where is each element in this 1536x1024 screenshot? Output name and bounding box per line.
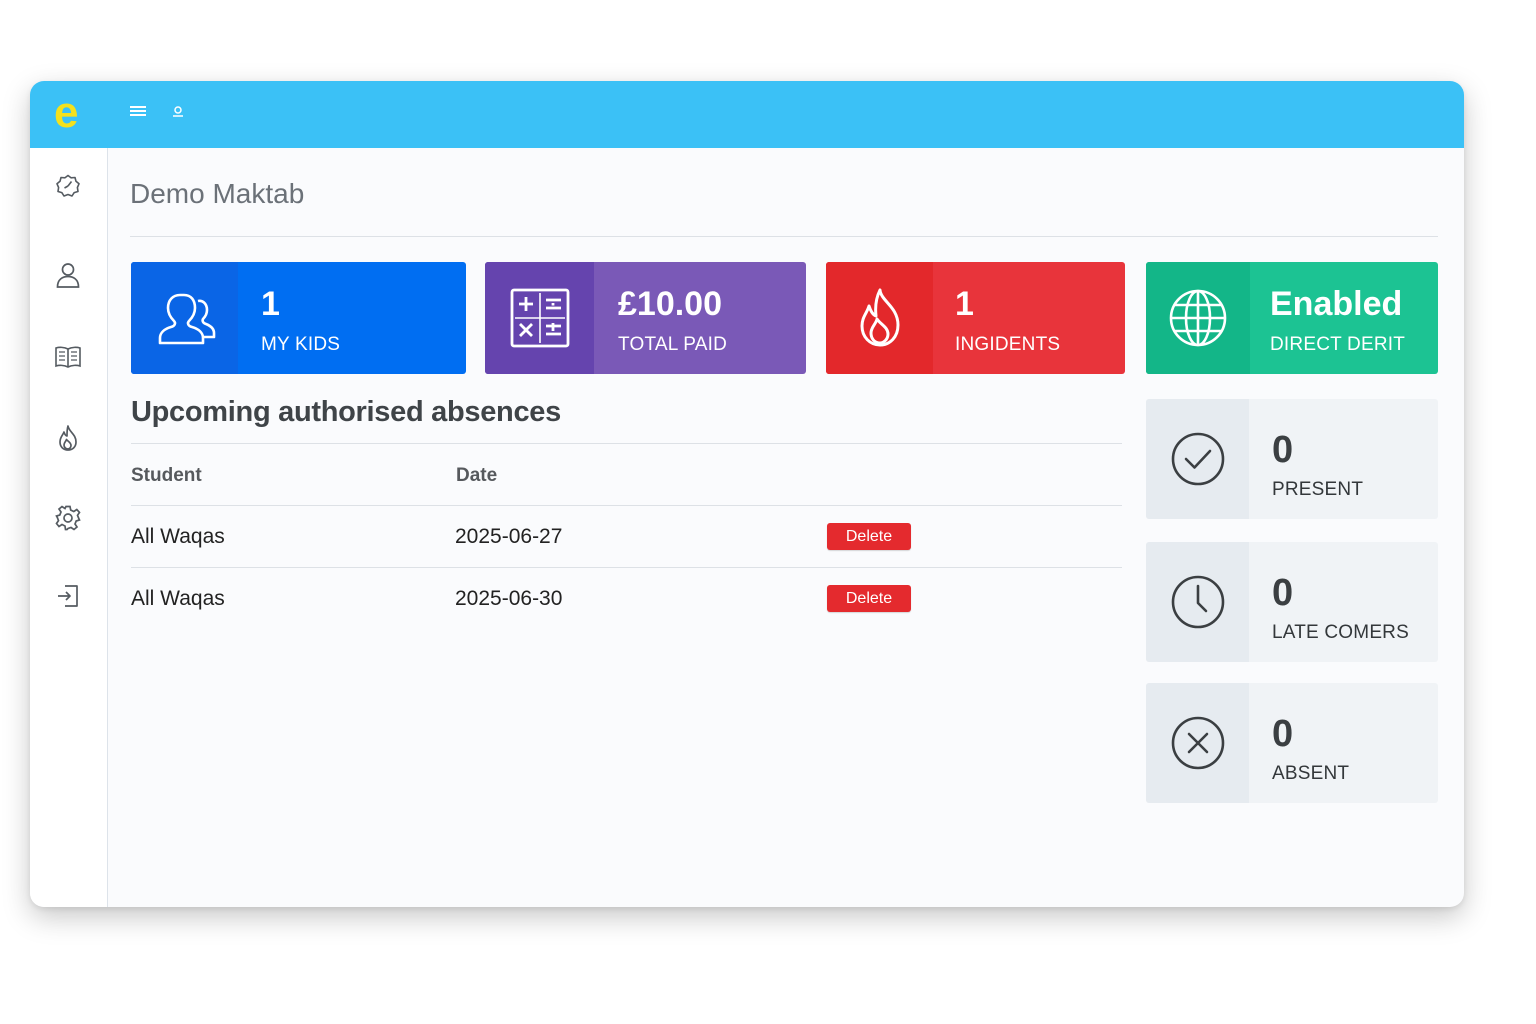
logout-icon (55, 583, 81, 614)
sidebar-item-logout[interactable] (50, 580, 86, 616)
sidebar-item-book[interactable] (50, 341, 86, 377)
stat-value: Enabled (1270, 285, 1403, 323)
stat-card-direct-debit[interactable]: Enabled DIRECT DERIT (1146, 262, 1438, 374)
clock-icon (1146, 542, 1249, 662)
sidebar-item-profile[interactable] (50, 259, 86, 295)
user-icon[interactable] (171, 103, 185, 124)
app-window: e Demo Maktab 1 MY KIDS £10.00 TOTAL PAI… (30, 81, 1464, 907)
user-icon (55, 261, 81, 294)
globe-icon (1146, 262, 1250, 374)
student-name: All Waqas (131, 587, 225, 610)
stat-label: DIRECT DERIT (1270, 334, 1406, 355)
attendance-value: 0 (1272, 572, 1294, 614)
column-header-student: Student (131, 465, 202, 486)
divider (130, 236, 1438, 237)
attendance-card-absent[interactable]: 0 ABSENT (1146, 683, 1438, 803)
stat-label: MY KIDS (261, 334, 341, 355)
gear-icon (54, 504, 82, 537)
attendance-card-late-comers[interactable]: 0 LATE COMERS (1146, 542, 1438, 662)
sidebar-item-incidents[interactable] (50, 422, 86, 458)
stat-label: INGIDENTS (955, 334, 1061, 355)
attendance-label: ABSENT (1272, 763, 1350, 784)
users-icon (131, 262, 238, 374)
stat-value: 1 (261, 285, 280, 323)
sidebar-item-dashboard[interactable] (50, 170, 86, 206)
attendance-value: 0 (1272, 713, 1294, 755)
calculator-icon (485, 262, 594, 374)
table-row: All Waqas 2025-06-27 Delete (131, 506, 1122, 567)
fire-icon (826, 262, 933, 374)
fire-icon (56, 424, 80, 457)
x-circle-icon (1146, 683, 1249, 803)
student-name: All Waqas (131, 525, 225, 548)
delete-button[interactable]: Delete (827, 523, 911, 550)
attendance-value: 0 (1272, 429, 1294, 471)
table-header: Student Date (131, 444, 1122, 505)
main-content: Demo Maktab 1 MY KIDS £10.00 TOTAL PAID … (108, 148, 1464, 907)
check-circle-icon (1146, 399, 1249, 519)
attendance-label: PRESENT (1272, 479, 1364, 500)
absences-table: Student Date All Waqas 2025-06-27 Delete… (131, 443, 1122, 629)
absence-date: 2025-06-30 (455, 587, 563, 610)
stat-card-total-paid[interactable]: £10.00 TOTAL PAID (485, 262, 806, 374)
attendance-card-present[interactable]: 0 PRESENT (1146, 399, 1438, 519)
delete-button[interactable]: Delete (827, 585, 911, 612)
logo[interactable]: e (54, 89, 78, 137)
stat-card-my-kids[interactable]: 1 MY KIDS (131, 262, 466, 374)
stat-label: TOTAL PAID (618, 334, 727, 355)
table-row: All Waqas 2025-06-30 Delete (131, 568, 1122, 629)
stat-value: £10.00 (618, 285, 722, 323)
book-icon (54, 345, 82, 374)
sidebar (30, 148, 108, 907)
sidebar-item-settings[interactable] (50, 502, 86, 538)
absence-date: 2025-06-27 (455, 525, 563, 548)
attendance-label: LATE COMERS (1272, 622, 1409, 643)
column-header-date: Date (456, 465, 498, 486)
hamburger-menu-icon[interactable] (129, 103, 147, 124)
section-title: Upcoming authorised absences (131, 396, 561, 428)
dashboard-icon (55, 173, 81, 204)
page-title: Demo Maktab (130, 178, 305, 209)
top-bar: e (30, 81, 1464, 148)
stat-card-incidents[interactable]: 1 INGIDENTS (826, 262, 1125, 374)
stat-value: 1 (955, 285, 974, 323)
